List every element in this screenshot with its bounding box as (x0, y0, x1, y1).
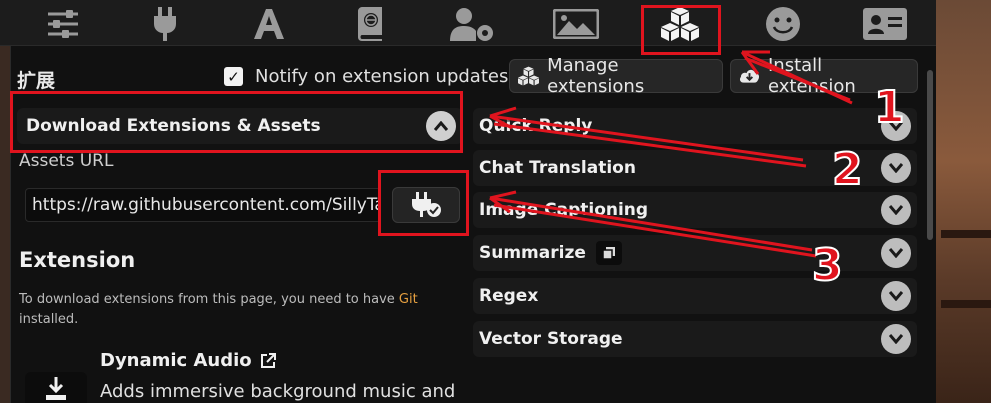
annotation-callout-1: 1 (873, 81, 906, 134)
annotation-callout-2: 2 (831, 143, 864, 196)
annotation-callout-3: 3 (811, 239, 844, 292)
annotation-arrows (489, 50, 853, 258)
